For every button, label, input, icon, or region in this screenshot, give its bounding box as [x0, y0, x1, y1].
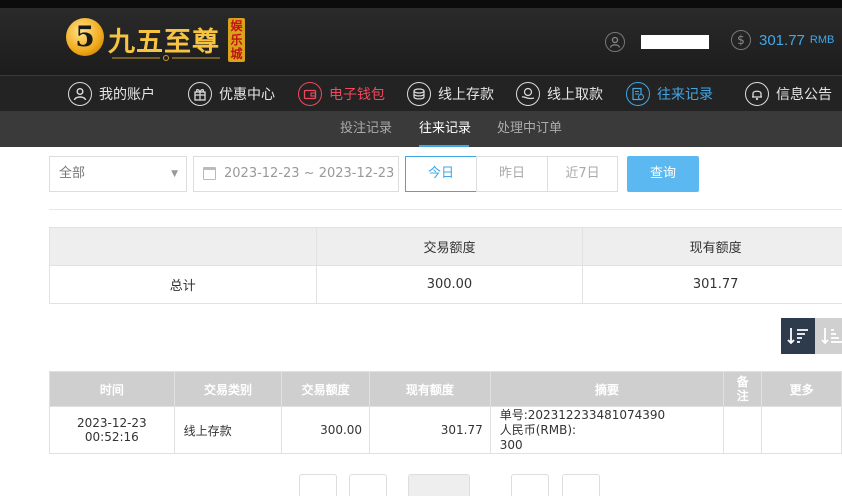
page-last-button[interactable] — [562, 474, 600, 496]
tab-bet-records[interactable]: 投注记录 — [340, 111, 392, 147]
top-header: 5 九五至尊 娱乐城 $ 301.77 RMB — [0, 0, 842, 75]
page-next-button[interactable] — [511, 474, 549, 496]
col-type: 交易类别 — [174, 372, 282, 407]
nav-item-my-account[interactable]: 我的账户 — [68, 76, 155, 112]
sort-desc-icon — [787, 326, 809, 346]
date-range-input[interactable]: 2023-12-23 ~ 2023-12-23 — [193, 156, 399, 192]
summary-total-balance: 301.77 — [583, 266, 842, 304]
nav-label: 线上取款 — [547, 84, 603, 104]
nav-label: 信息公告 — [776, 84, 832, 104]
date-range-value: 2023-12-23 ~ 2023-12-23 — [224, 166, 394, 181]
header-strip — [0, 0, 842, 8]
summary-table: 交易额度 现有额度 总计 300.00 301.77 — [49, 227, 842, 304]
records-table: 时间 交易类别 交易额度 现有额度 摘要 备注 更多 2023-12-23 00… — [49, 371, 842, 454]
balance-unit: RMB — [810, 34, 834, 46]
gift-icon — [188, 82, 212, 106]
select-value: 全部 — [59, 166, 85, 181]
summary-value: 300 — [500, 438, 724, 453]
col-amount: 交易额度 — [282, 372, 370, 407]
sort-ascending-button[interactable] — [815, 318, 842, 354]
logo-badge-text: 娱乐城 — [230, 19, 243, 61]
deposit-icon — [407, 82, 431, 106]
bell-icon — [745, 82, 769, 106]
col-note: 备注 — [724, 372, 762, 407]
transaction-type-select[interactable]: 全部 ▼ — [49, 156, 187, 192]
nav-item-deposit[interactable]: 线上存款 — [407, 76, 494, 112]
nav-label: 我的账户 — [99, 84, 155, 104]
summary-total-amount: 300.00 — [316, 266, 583, 304]
active-tab-indicator — [419, 145, 469, 147]
cell-amount: 300.00 — [282, 407, 370, 454]
summary-header-amount: 交易额度 — [316, 228, 583, 266]
summary-currency: 人民币(RMB): — [500, 423, 724, 438]
logo-flourish-ornament — [110, 54, 222, 62]
query-button[interactable]: 查询 — [627, 156, 699, 192]
summary-total-label: 总计 — [50, 266, 317, 304]
range-7days-button[interactable]: 近7日 — [547, 156, 618, 192]
sub-nav: 投注记录 往来记录 处理中订单 — [0, 111, 842, 147]
cell-note — [724, 407, 762, 454]
nav-item-announcements[interactable]: 信息公告 — [745, 76, 832, 112]
balance-display: $ 301.77 RMB — [731, 30, 834, 50]
nav-item-withdraw[interactable]: 线上取款 — [516, 76, 603, 112]
user-account[interactable] — [605, 30, 709, 54]
balance-amount: 301.77 — [759, 32, 805, 49]
cell-type: 线上存款 — [174, 407, 282, 454]
tab-pending-orders[interactable]: 处理中订单 — [497, 111, 562, 147]
col-time: 时间 — [50, 372, 175, 407]
page-first-button[interactable] — [299, 474, 337, 496]
user-avatar-icon — [605, 32, 625, 52]
sort-asc-icon — [821, 326, 842, 346]
summary-header-row: 交易额度 现有额度 — [50, 228, 842, 266]
withdraw-icon — [516, 82, 540, 106]
summary-total-row: 总计 300.00 301.77 — [50, 266, 842, 304]
nav-item-e-wallet[interactable]: 电子钱包 — [298, 76, 385, 112]
page-current-indicator[interactable] — [408, 474, 470, 496]
summary-header-empty — [50, 228, 317, 266]
site-logo[interactable]: 5 九五至尊 娱乐城 — [66, 16, 246, 64]
col-summary: 摘要 — [490, 372, 724, 407]
table-row[interactable]: 2023-12-23 00:52:16 线上存款 300.00 301.77 单… — [50, 407, 842, 454]
cell-summary: 单号:202312233481074390 人民币(RMB): 300 — [490, 407, 724, 454]
col-more: 更多 — [762, 372, 842, 407]
calendar-icon — [203, 167, 216, 180]
summary-header-balance: 现有额度 — [583, 228, 842, 266]
range-yesterday-button[interactable]: 昨日 — [476, 156, 548, 192]
nav-label: 往来记录 — [657, 84, 713, 104]
page-prev-button[interactable] — [349, 474, 387, 496]
tab-transaction-records[interactable]: 往来记录 — [419, 111, 471, 147]
nav-label: 优惠中心 — [219, 84, 275, 104]
cell-balance: 301.77 — [370, 407, 491, 454]
filter-divider — [49, 209, 842, 210]
records-icon — [626, 82, 650, 106]
range-today-button[interactable]: 今日 — [405, 156, 477, 192]
summary-order-no: 单号:202312233481074390 — [500, 408, 724, 423]
records-header-row: 时间 交易类别 交易额度 现有额度 摘要 备注 更多 — [50, 372, 842, 407]
main-nav: 我的账户 优惠中心 电子钱包 线上存款 线上取款 往来记录 信息公告 — [0, 75, 842, 111]
user-icon — [68, 82, 92, 106]
wallet-icon — [298, 82, 322, 106]
cell-time: 2023-12-23 00:52:16 — [50, 407, 175, 454]
logo-emblem: 5 — [66, 18, 104, 56]
nav-label: 电子钱包 — [329, 84, 385, 104]
col-note-label: 备注 — [736, 375, 749, 403]
nav-item-promotions[interactable]: 优惠中心 — [188, 76, 275, 112]
cell-more[interactable] — [762, 407, 842, 454]
username-redacted — [641, 35, 709, 49]
nav-label: 线上存款 — [438, 84, 494, 104]
dollar-icon: $ — [731, 30, 751, 50]
col-balance: 现有额度 — [370, 372, 491, 407]
sort-descending-button[interactable] — [781, 318, 815, 354]
chevron-down-icon: ▼ — [171, 157, 178, 191]
logo-badge: 娱乐城 — [228, 18, 245, 62]
nav-item-transaction-records[interactable]: 往来记录 — [626, 76, 713, 112]
